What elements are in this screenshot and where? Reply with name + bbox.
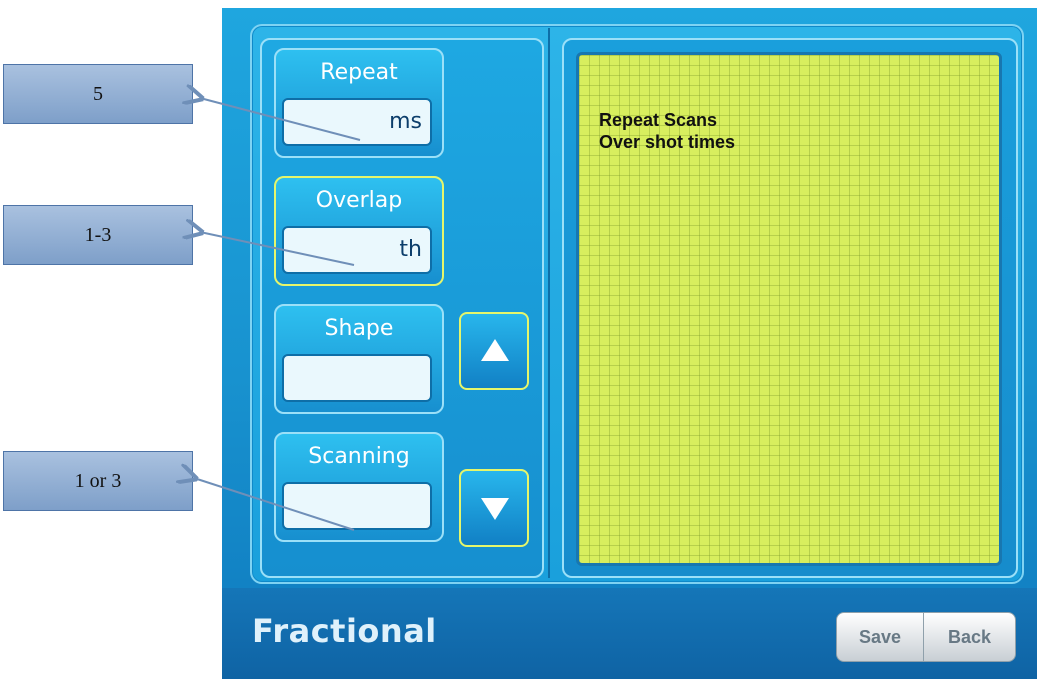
arrow-repeat	[200, 98, 361, 141]
callout-arrows	[0, 0, 361, 531]
arrow-overlap	[200, 232, 355, 266]
arrow-scanning	[194, 478, 355, 531]
